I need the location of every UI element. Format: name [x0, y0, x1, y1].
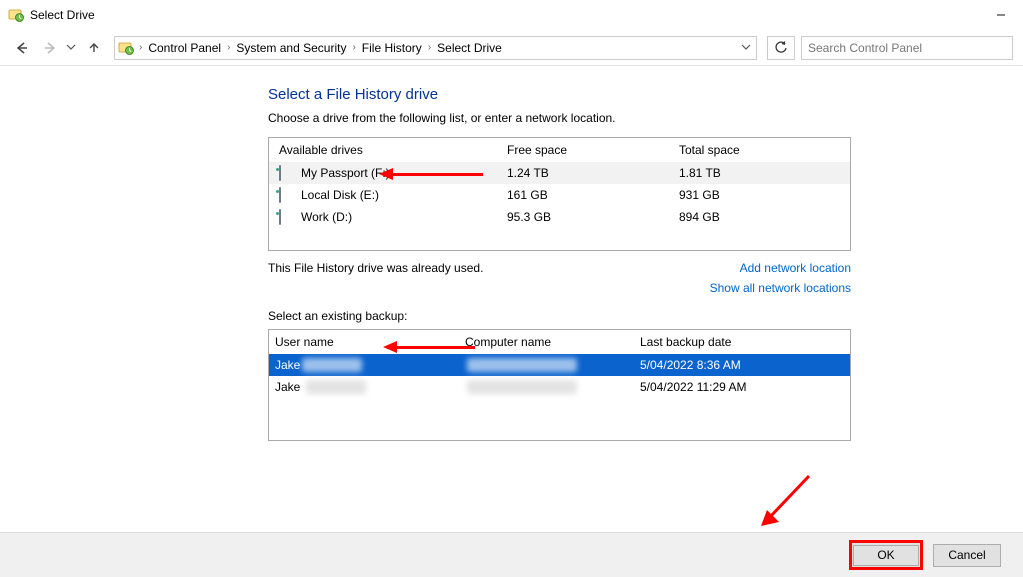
- drives-header: Available drives Free space Total space: [269, 138, 850, 162]
- backup-user: Jake: [275, 358, 465, 373]
- backups-list: User name Computer name Last backup date…: [268, 329, 851, 441]
- ok-button[interactable]: OK: [853, 545, 919, 566]
- search-input[interactable]: Search Control Panel: [801, 36, 1013, 60]
- drive-free: 161 GB: [507, 188, 679, 202]
- breadcrumb-item[interactable]: Control Panel: [144, 41, 225, 55]
- drive-row[interactable]: Local Disk (E:) 161 GB 931 GB: [269, 184, 850, 206]
- backups-header-date: Last backup date: [640, 335, 850, 349]
- drive-icon: [279, 166, 297, 180]
- drives-header-total: Total space: [679, 143, 850, 157]
- drive-free: 1.24 TB: [507, 166, 679, 180]
- drive-icon: [279, 188, 297, 202]
- window-title: Select Drive: [30, 8, 1015, 22]
- nav-forward-button[interactable]: [38, 36, 62, 60]
- drive-name: Local Disk (E:): [301, 188, 507, 202]
- backup-row[interactable]: Jake 5/04/2022 8:36 AM: [269, 354, 850, 376]
- breadcrumb-item[interactable]: Select Drive: [433, 41, 506, 55]
- titlebar: Select Drive: [0, 0, 1023, 30]
- breadcrumb-icon: [115, 40, 137, 56]
- backup-computer: [465, 358, 640, 373]
- drive-icon: [279, 210, 297, 224]
- drive-name: Work (D:): [301, 210, 507, 224]
- nav-history-dropdown[interactable]: [66, 41, 78, 55]
- nav-up-button[interactable]: [82, 36, 106, 60]
- nav-toolbar: › Control Panel › System and Security › …: [0, 30, 1023, 66]
- drive-total: 1.81 TB: [679, 166, 850, 180]
- page-heading: Select a File History drive: [268, 86, 1023, 103]
- backup-date: 5/04/2022 11:29 AM: [640, 380, 850, 394]
- refresh-button[interactable]: [767, 36, 795, 60]
- backups-header-computer: Computer name: [465, 335, 640, 349]
- dialog-button-bar: OK Cancel: [0, 532, 1023, 577]
- content-area: Select a File History drive Choose a dri…: [0, 66, 1023, 441]
- window-minimize-button[interactable]: [978, 0, 1023, 30]
- drive-row[interactable]: My Passport (F:) 1.24 TB 1.81 TB: [269, 162, 850, 184]
- drives-list: Available drives Free space Total space …: [268, 137, 851, 251]
- breadcrumb-item[interactable]: System and Security: [232, 41, 350, 55]
- chevron-right-icon: ›: [426, 42, 433, 53]
- drive-free: 95.3 GB: [507, 210, 679, 224]
- breadcrumb-bar[interactable]: › Control Panel › System and Security › …: [114, 36, 757, 60]
- backups-header: User name Computer name Last backup date: [269, 330, 850, 354]
- cancel-button[interactable]: Cancel: [933, 544, 1001, 567]
- page-subtext: Choose a drive from the following list, …: [268, 111, 1023, 125]
- backup-date: 5/04/2022 8:36 AM: [640, 358, 850, 372]
- drives-header-name: Available drives: [279, 143, 507, 157]
- add-network-location-link[interactable]: Add network location: [740, 261, 851, 275]
- nav-back-button[interactable]: [10, 36, 34, 60]
- search-placeholder: Search Control Panel: [808, 41, 922, 55]
- ok-button-highlight: OK: [849, 540, 923, 570]
- chevron-right-icon: ›: [225, 42, 232, 53]
- select-existing-backup-label: Select an existing backup:: [268, 309, 1023, 323]
- show-all-network-locations-link[interactable]: Show all network locations: [710, 281, 851, 295]
- drive-total: 894 GB: [679, 210, 850, 224]
- backup-user: Jake: [275, 380, 465, 395]
- breadcrumb-dropdown[interactable]: [736, 41, 756, 55]
- drives-header-free: Free space: [507, 143, 679, 157]
- chevron-right-icon: ›: [137, 42, 144, 53]
- already-used-text: This File History drive was already used…: [268, 261, 740, 275]
- file-history-icon: [8, 7, 24, 23]
- drive-row[interactable]: Work (D:) 95.3 GB 894 GB: [269, 206, 850, 228]
- chevron-right-icon: ›: [350, 42, 357, 53]
- drive-total: 931 GB: [679, 188, 850, 202]
- backup-computer: [465, 380, 640, 395]
- breadcrumb-item[interactable]: File History: [358, 41, 426, 55]
- backup-row[interactable]: Jake 5/04/2022 11:29 AM: [269, 376, 850, 398]
